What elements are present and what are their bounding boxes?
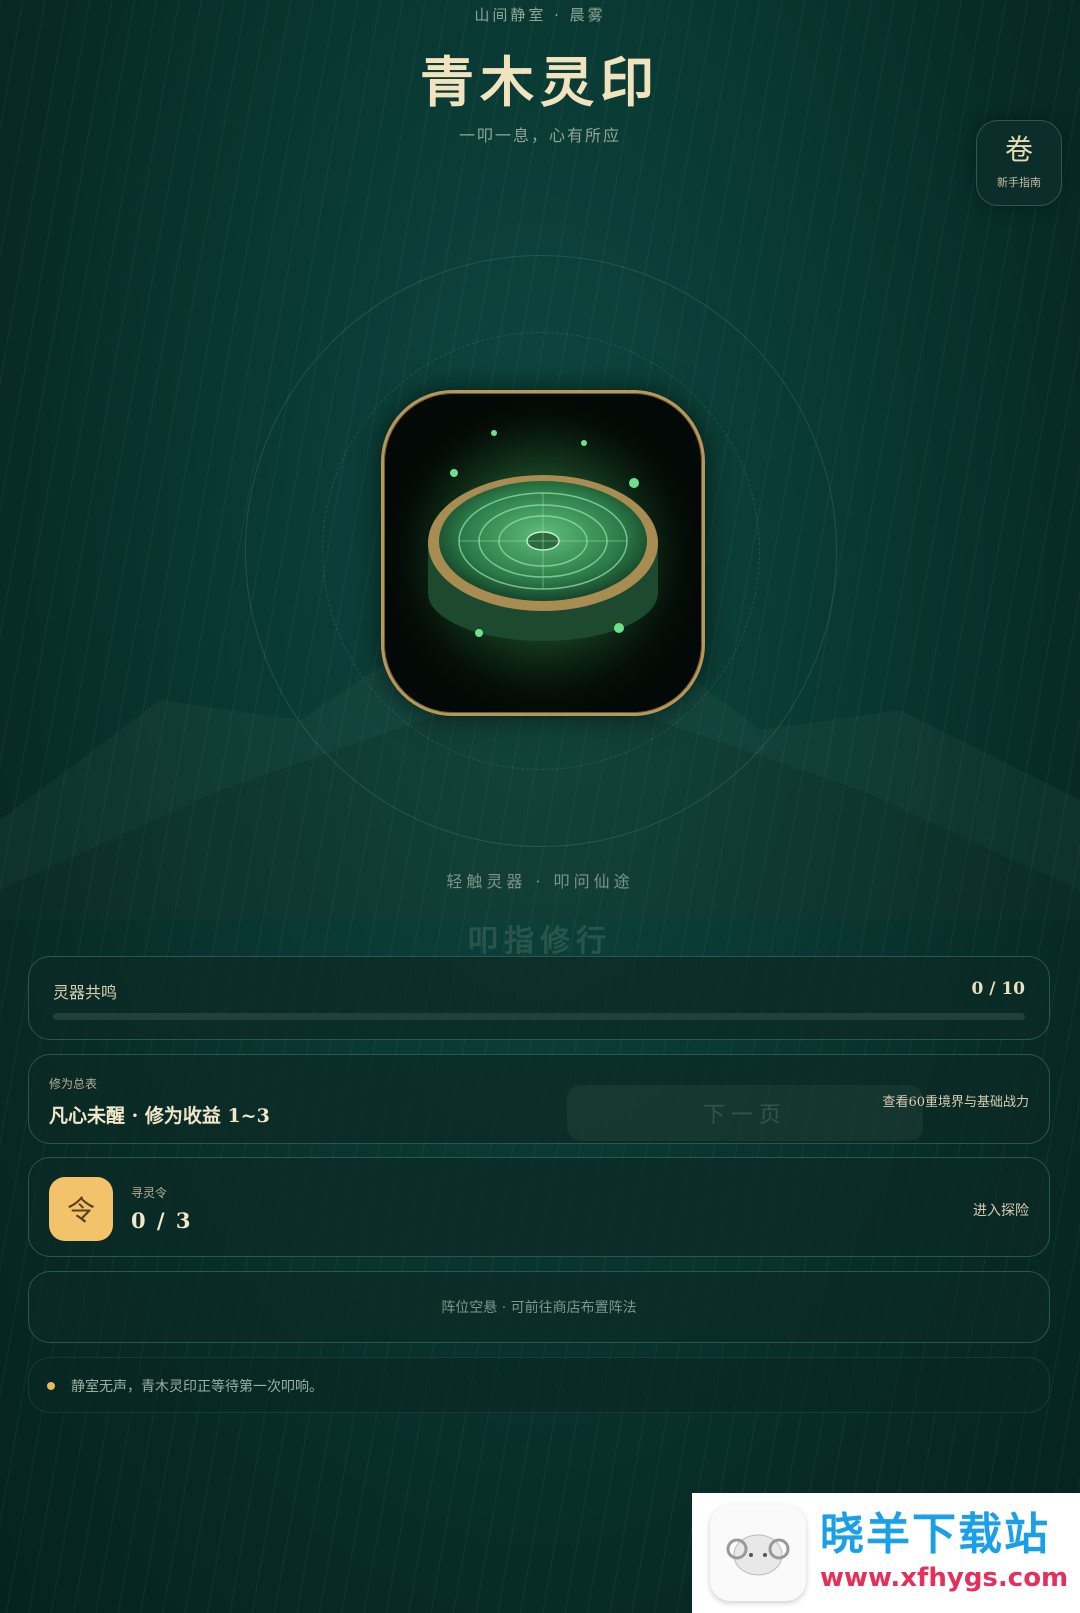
log-dot-icon [47,1382,55,1390]
location-label: 山间静室 · 晨雾 [474,6,606,24]
formation-text: 阵位空悬 · 可前往商店布置阵法 [441,1300,637,1316]
ghost-title: 叩指修行 [468,924,612,959]
enter-exploration-link[interactable]: 进入探险 [973,1200,1029,1220]
token-panel: 令 寻灵令 0 / 3 进入探险 [28,1157,1050,1257]
guide-label: 新手指南 [997,176,1041,189]
log-text: 静室无声，青木灵印正等待第一次叩响。 [71,1379,323,1395]
page-subtitle: 一叩一息，心有所应 [458,126,621,145]
cultivation-panel: 修为总表 凡心未醒 · 修为收益 1~3 下一页 查看60重境界与基础战力 [28,1054,1050,1144]
realm-details-link[interactable]: 查看60重境界与基础战力 [882,1091,1029,1110]
watermark-url: www.xfhygs.com [820,1563,1069,1593]
token-icon: 令 [49,1177,113,1241]
log-panel: 静室无声，青木灵印正等待第一次叩响。 [28,1357,1050,1413]
next-page-ghost-button: 下一页 [567,1085,923,1141]
guide-button[interactable]: 卷 新手指南 [976,120,1062,206]
resonance-panel: 灵器共鸣 0 / 10 [28,956,1050,1040]
cultivation-label: 修为总表 [49,1077,98,1091]
resonance-progress-bar [53,1013,1025,1020]
sheep-logo-icon [710,1505,806,1601]
formation-panel[interactable]: 阵位空悬 · 可前往商店布置阵法 [28,1271,1050,1343]
token-value: 0 / 3 [131,1208,193,1233]
artifact-button[interactable] [381,390,705,716]
jade-seal-artifact-icon [403,413,683,693]
token-label: 寻灵令 [131,1186,168,1200]
cultivation-value: 凡心未醒 · 修为收益 1~3 [49,1105,270,1127]
watermark: 晓羊下载站 www.xfhygs.com [692,1493,1080,1613]
scroll-icon: 卷 [1004,133,1033,166]
resonance-value: 0 / 10 [971,979,1025,999]
tap-hint: 轻触灵器 · 叩问仙途 [446,872,634,891]
resonance-label: 灵器共鸣 [53,983,118,1002]
watermark-name: 晓羊下载站 [820,1509,1050,1560]
page-title: 青木灵印 [420,50,660,114]
